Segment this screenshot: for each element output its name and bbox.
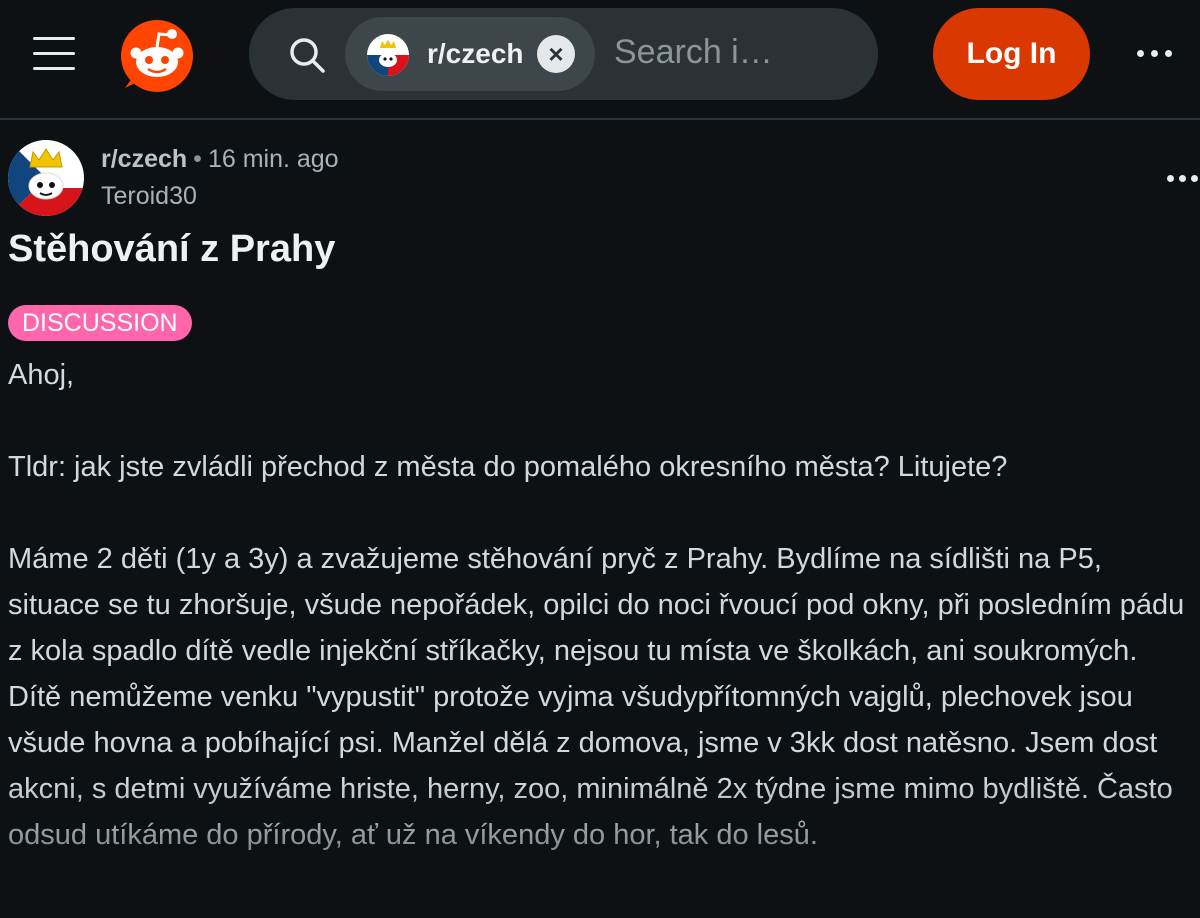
author-link[interactable]: Teroid30 xyxy=(101,182,197,211)
more-options-icon[interactable] xyxy=(1134,36,1174,72)
search-bar[interactable]: r/czech × Search i… xyxy=(249,8,878,100)
top-header: r/czech × Search i… Log In xyxy=(0,0,1200,120)
post-meta: r/czech • 16 min. ago xyxy=(101,145,339,174)
search-icon xyxy=(290,38,325,73)
subreddit-avatar-icon xyxy=(367,34,409,76)
subreddit-filter-chip[interactable]: r/czech × xyxy=(345,17,595,91)
hamburger-menu-icon[interactable] xyxy=(31,33,77,73)
post-title[interactable]: Stěhování z Prahy xyxy=(8,228,335,271)
post-flair-badge[interactable]: DISCUSSION xyxy=(8,305,192,341)
post-paragraph: Tldr: jak jste zvládli přechod z města d… xyxy=(8,451,1008,483)
post-body: Ahoj, Tldr: jak jste zvládli přechod z m… xyxy=(8,352,1196,858)
post-options-icon[interactable] xyxy=(1164,168,1200,188)
subreddit-avatar[interactable] xyxy=(8,140,84,216)
post-paragraph: Ahoj, xyxy=(8,359,75,391)
post-paragraph: Máme 2 děti (1y a 3y) a zvažujeme stěhov… xyxy=(8,543,1185,851)
subreddit-chip-label: r/czech xyxy=(427,38,524,69)
chip-close-icon[interactable]: × xyxy=(537,35,575,73)
login-button[interactable]: Log In xyxy=(933,8,1090,100)
post-timestamp: 16 min. ago xyxy=(207,145,339,173)
search-input[interactable]: Search i… xyxy=(614,33,773,72)
reddit-logo-icon[interactable] xyxy=(119,18,195,94)
meta-separator: • xyxy=(193,145,202,173)
subreddit-link[interactable]: r/czech xyxy=(101,145,187,173)
